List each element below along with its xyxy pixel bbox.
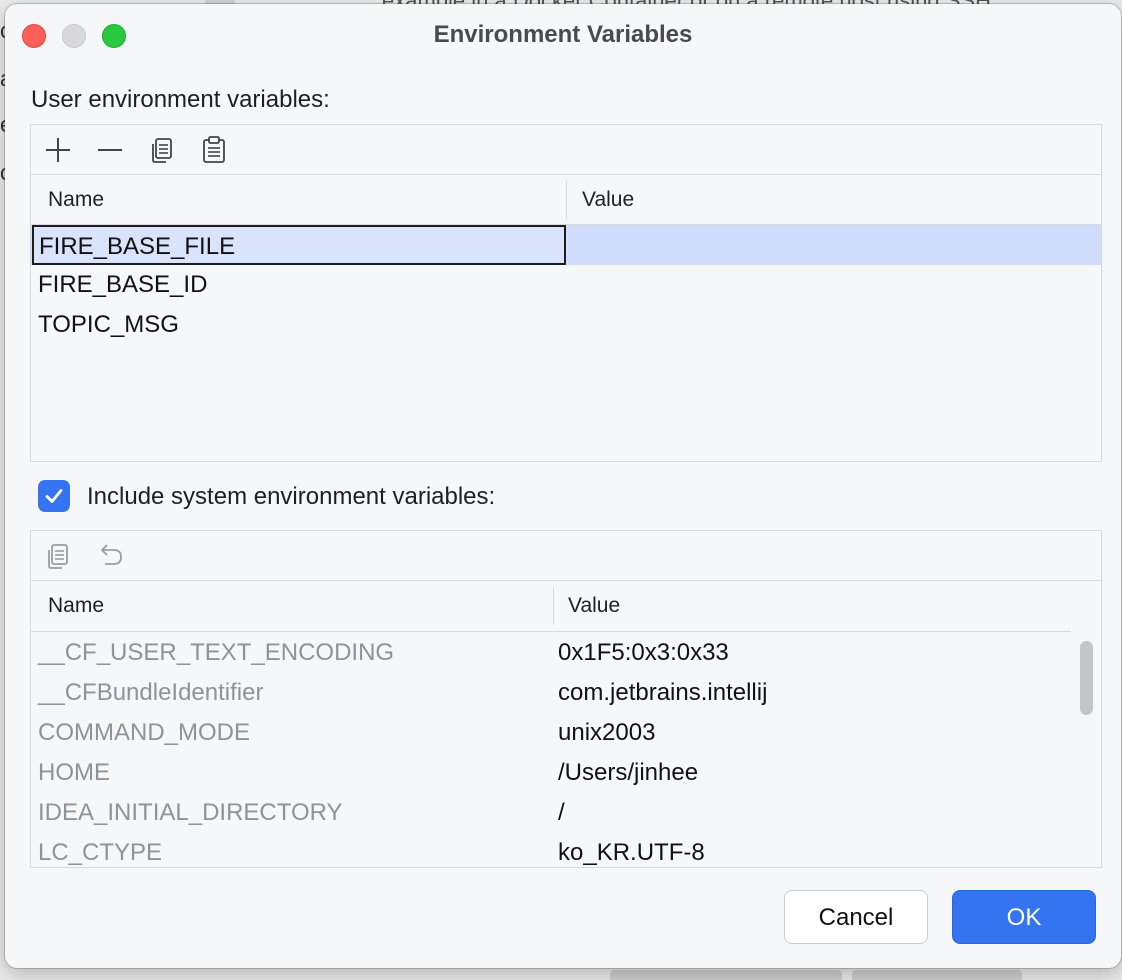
include-system-variables-label[interactable]: Include system environment variables: <box>87 483 495 511</box>
table-row[interactable]: __CF_USER_TEXT_ENCODING 0x1F5:0x3:0x33 <box>31 633 1101 673</box>
paste-variables-button[interactable] <box>197 133 231 167</box>
checkmark-icon <box>45 489 63 503</box>
table-row[interactable]: IDEA_INITIAL_DIRECTORY / <box>31 793 1101 833</box>
undo-button[interactable] <box>93 539 127 573</box>
header-divider <box>31 631 1071 632</box>
copy-icon <box>152 138 172 163</box>
title-bar: Environment Variables <box>5 4 1121 64</box>
table-row[interactable]: LC_CTYPE ko_KR.UTF-8 <box>31 833 1101 867</box>
column-header-name[interactable]: Name <box>48 175 104 224</box>
column-divider[interactable] <box>553 587 554 625</box>
user-variables-label: User environment variables: <box>31 86 330 113</box>
table-row[interactable]: TOPIC_MSG <box>31 305 1101 345</box>
user-variables-toolbar <box>31 125 1101 175</box>
user-variables-rows: FIRE_BASE_FILE FIRE_BASE_ID TOPIC_MSG <box>31 225 1101 345</box>
user-variables-table: Name Value FIRE_BASE_FILE FIRE_BASE_ID T… <box>30 124 1102 462</box>
variable-value-cell[interactable] <box>566 265 1101 305</box>
remove-variable-button[interactable] <box>93 133 127 167</box>
copy-icon <box>48 544 68 569</box>
column-header-value[interactable]: Value <box>568 581 620 630</box>
column-header-name[interactable]: Name <box>48 581 104 630</box>
column-divider[interactable] <box>566 181 567 219</box>
variable-name-cell[interactable]: FIRE_BASE_FILE <box>32 225 566 265</box>
system-variables-rows: __CF_USER_TEXT_ENCODING 0x1F5:0x3:0x33 _… <box>31 633 1101 867</box>
table-row[interactable]: HOME /Users/jinhee <box>31 753 1101 793</box>
variable-name-cell: COMMAND_MODE <box>38 719 251 746</box>
minus-icon <box>98 149 122 151</box>
system-variables-toolbar <box>31 531 1101 581</box>
undo-icon <box>101 544 122 565</box>
variable-name-cell: LC_CTYPE <box>38 839 163 866</box>
dialog-title: Environment Variables <box>433 21 693 48</box>
include-system-variables-checkbox[interactable] <box>38 480 70 512</box>
variable-value-cell[interactable]: 0x1F5:0x3:0x33 <box>558 633 1078 673</box>
table-row[interactable]: FIRE_BASE_FILE <box>31 225 1101 265</box>
variable-value-cell[interactable]: unix2003 <box>558 713 1078 753</box>
variable-name-cell[interactable]: TOPIC_MSG <box>32 305 572 345</box>
variable-name-cell[interactable]: FIRE_BASE_ID <box>32 265 572 305</box>
variable-name-cell: IDEA_INITIAL_DIRECTORY <box>38 799 343 826</box>
user-table-header: Name Value <box>31 175 1101 225</box>
add-variable-button[interactable] <box>41 133 75 167</box>
variable-value-cell[interactable]: ko_KR.UTF-8 <box>558 833 1078 867</box>
environment-variables-dialog: Environment Variables User environment v… <box>5 4 1121 968</box>
table-row[interactable]: __CFBundleIdentifier com.jetbrains.intel… <box>31 673 1101 713</box>
variable-name-cell: __CFBundleIdentifier <box>38 679 264 706</box>
background-tab <box>610 970 842 980</box>
variable-value-cell[interactable] <box>566 305 1101 345</box>
variable-value-cell[interactable]: com.jetbrains.intellij <box>558 673 1078 713</box>
variable-name-cell: HOME <box>38 759 110 786</box>
variable-value-cell[interactable]: / <box>558 793 1078 833</box>
background-tab <box>852 970 1022 980</box>
copy-system-variables-button[interactable] <box>41 539 75 573</box>
variable-name-cell: __CF_USER_TEXT_ENCODING <box>38 639 395 666</box>
system-table-header: Name Value <box>31 581 1101 631</box>
column-header-value[interactable]: Value <box>582 175 634 224</box>
vertical-scrollbar[interactable] <box>1080 641 1093 715</box>
system-variables-table: Name Value __CF_USER_TEXT_ENCODING 0x1F5… <box>30 530 1102 868</box>
cancel-button[interactable]: Cancel <box>784 890 928 944</box>
variable-value-cell[interactable] <box>566 225 1101 265</box>
table-row[interactable]: FIRE_BASE_ID <box>31 265 1101 305</box>
ok-button[interactable]: OK <box>952 890 1096 944</box>
copy-variables-button[interactable] <box>145 133 179 167</box>
table-row[interactable]: COMMAND_MODE unix2003 <box>31 713 1101 753</box>
variable-value-cell[interactable]: /Users/jinhee <box>558 753 1078 793</box>
plus-icon <box>46 138 70 162</box>
paste-icon <box>203 136 225 163</box>
